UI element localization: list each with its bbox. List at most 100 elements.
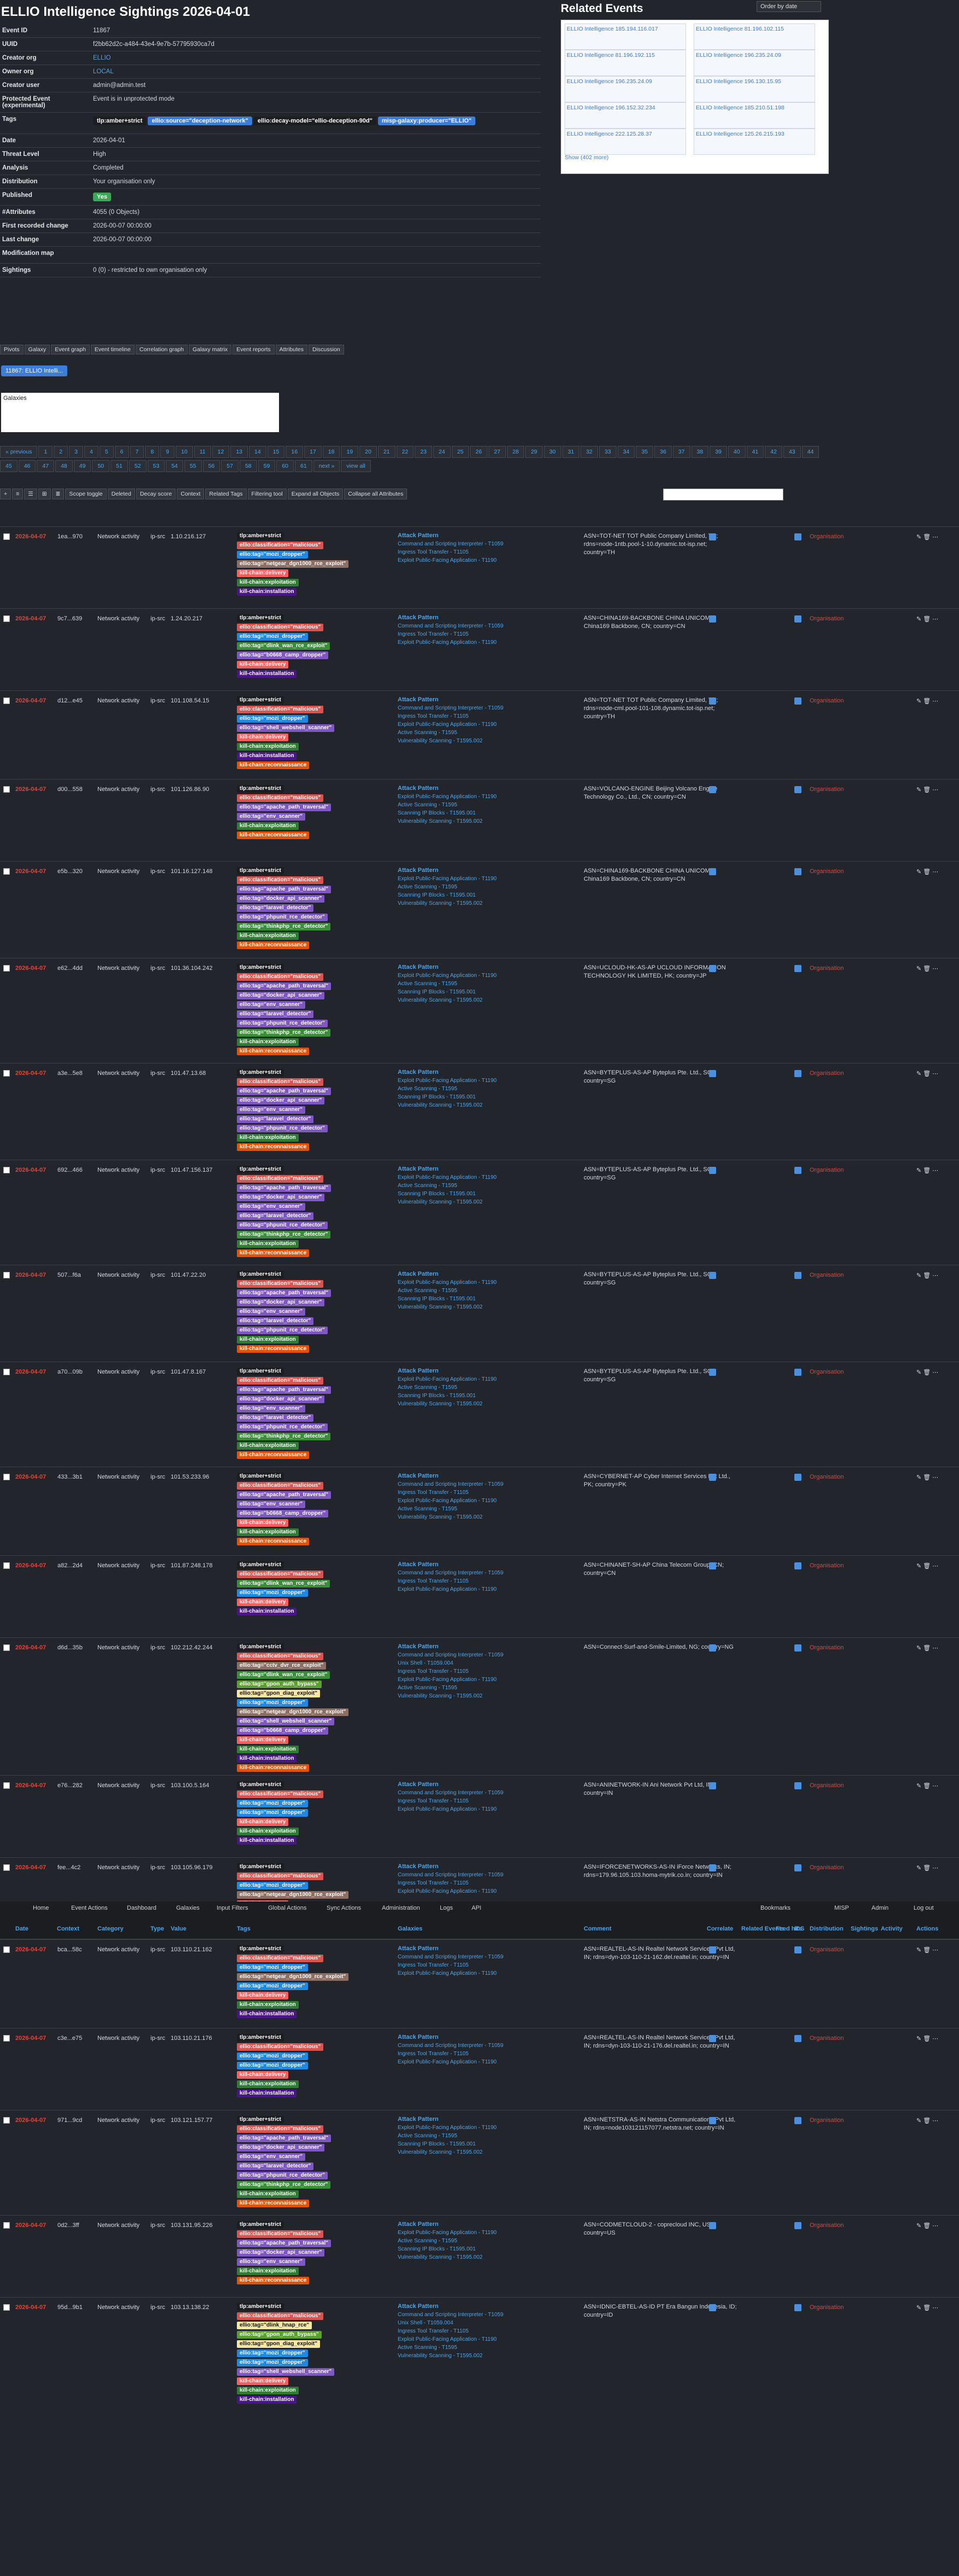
attack-pattern-item[interactable]: Unix Shell - T1059.004 bbox=[398, 2320, 545, 2326]
correlate-checkbox[interactable] bbox=[709, 1474, 716, 1481]
pager-page[interactable]: 38 bbox=[691, 446, 709, 458]
attack-pattern-item[interactable]: Exploit Public-Facing Application - T119… bbox=[398, 1078, 545, 1084]
tag-chip[interactable]: ellio:tag="apache_path_traversal" bbox=[237, 2135, 332, 2142]
row-actions[interactable]: ✎ 🗑 ⋯ bbox=[916, 965, 938, 972]
attribute-value[interactable]: 101.53.233.96 bbox=[171, 1474, 209, 1480]
tag-chip[interactable]: ellio:tag="mozi_dropper" bbox=[237, 551, 308, 559]
tag-chip[interactable]: ellio:tag="env_scanner" bbox=[237, 1203, 305, 1211]
pager-page[interactable]: 23 bbox=[415, 446, 432, 458]
tag-chip[interactable]: tlp:amber+strict bbox=[237, 2221, 284, 2229]
tag-chip[interactable]: ellio:tag="gpon_diag_exploit" bbox=[237, 2340, 320, 2348]
tag-chip[interactable]: ellio:tag="docker_api_scanner" bbox=[237, 895, 325, 903]
toolbar-button[interactable]: Expand all Objects bbox=[287, 489, 344, 499]
tag-chip[interactable]: ellio:tag="mozi_dropper" bbox=[237, 1964, 308, 1972]
related-event-card[interactable]: ELLIO Intelligence 81.196.192.115 bbox=[565, 50, 686, 76]
tag-chip[interactable]: kill-chain:exploitation bbox=[237, 1134, 299, 1142]
table-header-comment[interactable]: Comment bbox=[584, 1926, 612, 1932]
nav-menu-item[interactable]: Input Filters bbox=[217, 1905, 248, 1911]
attribute-value[interactable]: 103.110.21.162 bbox=[171, 1946, 212, 1953]
tag-chip[interactable]: kill-chain:reconnaissance bbox=[237, 1249, 310, 1257]
attack-pattern-item[interactable]: Active Scanning - T1595 bbox=[398, 2238, 545, 2244]
pager-page[interactable]: 15 bbox=[267, 446, 285, 458]
tag-chip[interactable]: tlp:amber+strict bbox=[237, 1945, 284, 1953]
attack-pattern-item[interactable]: Command and Scripting Interpreter - T105… bbox=[398, 705, 545, 711]
row-actions[interactable]: ✎ 🗑 ⋯ bbox=[916, 786, 938, 793]
related-event-card[interactable]: ELLIO Intelligence 185.210.51.198 bbox=[694, 102, 815, 129]
correlate-checkbox[interactable] bbox=[709, 786, 716, 793]
attack-pattern-item[interactable]: Exploit Public-Facing Application - T119… bbox=[398, 973, 545, 979]
tab-pivots[interactable]: Pivots bbox=[0, 345, 24, 354]
tag-chip[interactable]: tlp:amber+strict bbox=[237, 532, 284, 540]
row-checkbox[interactable] bbox=[3, 2117, 10, 2124]
attack-pattern-item[interactable]: Exploit Public-Facing Application - T119… bbox=[398, 876, 545, 882]
tag-chip[interactable]: kill-chain:installation bbox=[237, 1837, 297, 1845]
correlate-checkbox[interactable] bbox=[709, 868, 716, 875]
tag-chip[interactable]: kill-chain:delivery bbox=[237, 734, 289, 741]
tag-chip[interactable]: ellio:tag="gpon_diag_exploit" bbox=[237, 1690, 320, 1697]
attribute-value[interactable]: 101.47.8.167 bbox=[171, 1369, 206, 1375]
tag-chip[interactable]: tlp:amber+strict bbox=[237, 2303, 284, 2311]
ids-checkbox[interactable] bbox=[794, 615, 801, 623]
tag-chip[interactable]: ellio:tag="apache_path_traversal" bbox=[237, 804, 332, 811]
tag-chip[interactable]: ellio:classification="malicious" bbox=[237, 2125, 324, 2133]
pager-page[interactable]: 59 bbox=[258, 460, 276, 472]
attack-pattern-heading[interactable]: Attack Pattern bbox=[398, 964, 545, 970]
tag-chip[interactable]: kill-chain:reconnaissance bbox=[237, 2277, 310, 2284]
tag-chip[interactable]: tlp:amber+strict bbox=[237, 614, 284, 622]
row-actions[interactable]: ✎ 🗑 ⋯ bbox=[916, 1864, 938, 1871]
distribution-value[interactable]: Organisation bbox=[810, 2035, 844, 2042]
correlate-checkbox[interactable] bbox=[709, 1562, 716, 1569]
tag-chip[interactable]: ellio:classification="malicious" bbox=[237, 1377, 324, 1385]
tag-chip[interactable]: ellio:tag="env_scanner" bbox=[237, 813, 305, 821]
pager-page[interactable]: 43 bbox=[783, 446, 801, 458]
distribution-value[interactable]: Organisation bbox=[810, 697, 844, 704]
attribute-uuid[interactable]: 692...466 bbox=[57, 1167, 83, 1173]
tag-chip[interactable]: tlp:amber+strict bbox=[237, 867, 284, 875]
pager-page[interactable]: 33 bbox=[599, 446, 617, 458]
distribution-value[interactable]: Organisation bbox=[810, 1644, 844, 1651]
attack-pattern-item[interactable]: Scanning IP Blocks - T1595.001 bbox=[398, 2141, 545, 2147]
tag-chip[interactable]: ellio:classification="malicious" bbox=[237, 1790, 324, 1798]
pager-next[interactable]: next » bbox=[313, 460, 340, 472]
row-checkbox[interactable] bbox=[3, 868, 10, 875]
distribution-value[interactable]: Organisation bbox=[810, 2117, 844, 2124]
tag-chip[interactable]: kill-chain:reconnaissance bbox=[237, 761, 310, 769]
tag-chip[interactable]: kill-chain:exploitation bbox=[237, 743, 299, 751]
ids-checkbox[interactable] bbox=[794, 533, 801, 540]
pager-page[interactable]: 25 bbox=[451, 446, 469, 458]
tag-chip[interactable]: ellio:tag="dlink_wan_rce_exploit" bbox=[237, 642, 330, 650]
row-actions[interactable]: ✎ 🗑 ⋯ bbox=[916, 1070, 938, 1077]
tag-chip[interactable]: tlp:amber+strict bbox=[237, 1863, 284, 1871]
table-header-distribution[interactable]: Distribution bbox=[810, 1926, 844, 1932]
tag-chip[interactable]: ellio:tag="thinkphp_rce_detector" bbox=[237, 1231, 331, 1238]
table-header-date[interactable]: Date bbox=[15, 1926, 28, 1932]
pager-page[interactable]: 8 bbox=[145, 446, 160, 458]
tag-chip[interactable]: ellio:tag="docker_api_scanner" bbox=[237, 992, 325, 999]
correlate-checkbox[interactable] bbox=[709, 615, 716, 623]
distribution-value[interactable]: Organisation bbox=[810, 1864, 844, 1871]
tag-chip[interactable]: ellio:tag="phpunit_rce_detector" bbox=[237, 1327, 328, 1334]
correlate-checkbox[interactable] bbox=[709, 1070, 716, 1077]
attack-pattern-item[interactable]: Command and Scripting Interpreter - T105… bbox=[398, 1790, 545, 1796]
tag-chip[interactable]: kill-chain:installation bbox=[237, 752, 297, 760]
attribute-value[interactable]: 103.105.96.179 bbox=[171, 1864, 212, 1871]
tag-chip[interactable]: kill-chain:exploitation bbox=[237, 2080, 299, 2088]
row-actions[interactable]: ✎ 🗑 ⋯ bbox=[916, 1474, 938, 1481]
attack-pattern-heading[interactable]: Attack Pattern bbox=[398, 2034, 545, 2040]
attribute-uuid[interactable]: e76...282 bbox=[57, 1782, 83, 1789]
tag-chip[interactable]: ellio:tag="dlink_wan_rce_exploit" bbox=[237, 1580, 330, 1588]
correlate-checkbox[interactable] bbox=[709, 2035, 716, 2042]
nav-menu-item[interactable]: Administration bbox=[382, 1905, 420, 1911]
ids-checkbox[interactable] bbox=[794, 965, 801, 972]
related-event-card[interactable]: ELLIO Intelligence 222.125.28.37 bbox=[565, 129, 686, 155]
attack-pattern-item[interactable]: Vulnerability Scanning - T1595.002 bbox=[398, 997, 545, 1003]
attack-pattern-item[interactable]: Active Scanning - T1595 bbox=[398, 884, 545, 890]
attack-pattern-item[interactable]: Ingress Tool Transfer - T1105 bbox=[398, 1668, 545, 1674]
attack-pattern-heading[interactable]: Attack Pattern bbox=[398, 1166, 545, 1172]
attack-pattern-heading[interactable]: Attack Pattern bbox=[398, 867, 545, 874]
attack-pattern-item[interactable]: Ingress Tool Transfer - T1105 bbox=[398, 2051, 545, 2057]
tag-chip[interactable]: kill-chain:exploitation bbox=[237, 1442, 299, 1450]
pager-page[interactable]: 60 bbox=[276, 460, 294, 472]
tag-chip[interactable]: ellio:classification="malicious" bbox=[237, 2043, 324, 2051]
attack-pattern-heading[interactable]: Attack Pattern bbox=[398, 1473, 545, 1479]
